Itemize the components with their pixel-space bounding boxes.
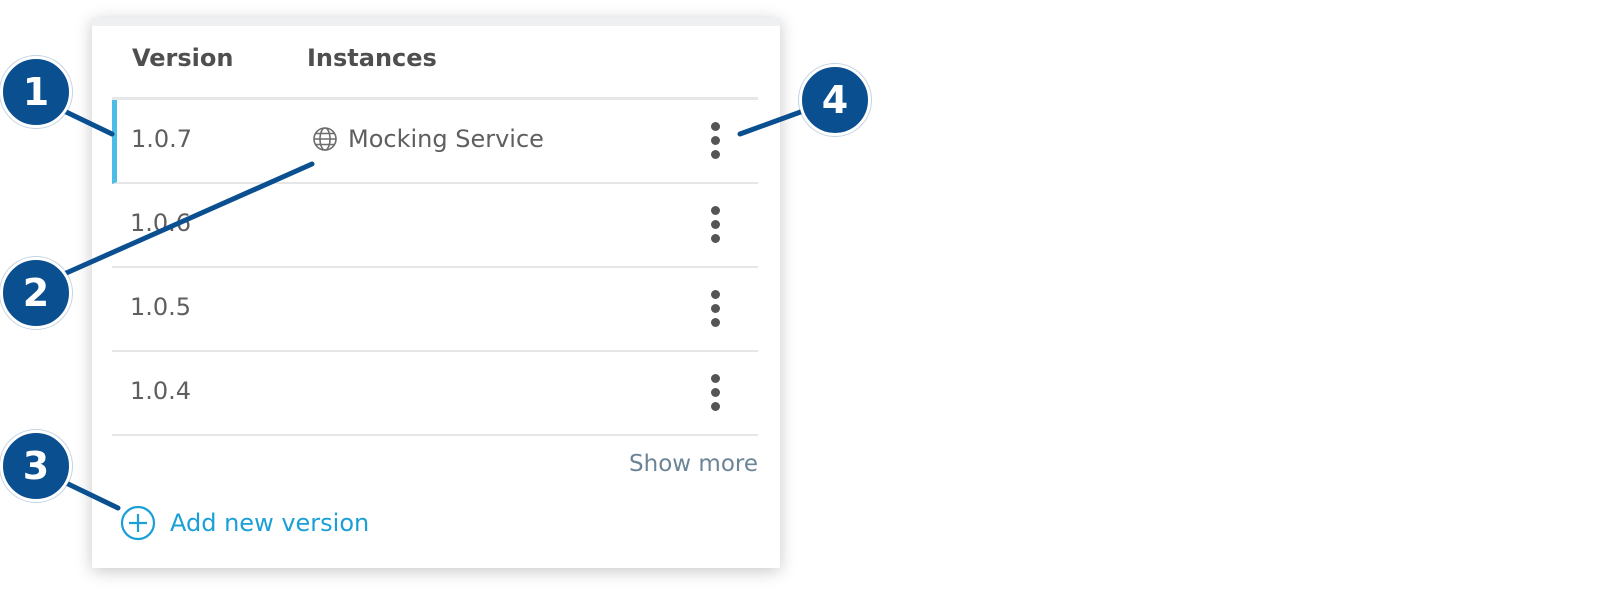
callout-badge-2: 2 xyxy=(0,257,72,329)
callout-badge-4: 4 xyxy=(799,64,871,136)
callout-badge-3: 3 xyxy=(0,430,72,502)
callout-badge-1: 1 xyxy=(0,56,72,128)
